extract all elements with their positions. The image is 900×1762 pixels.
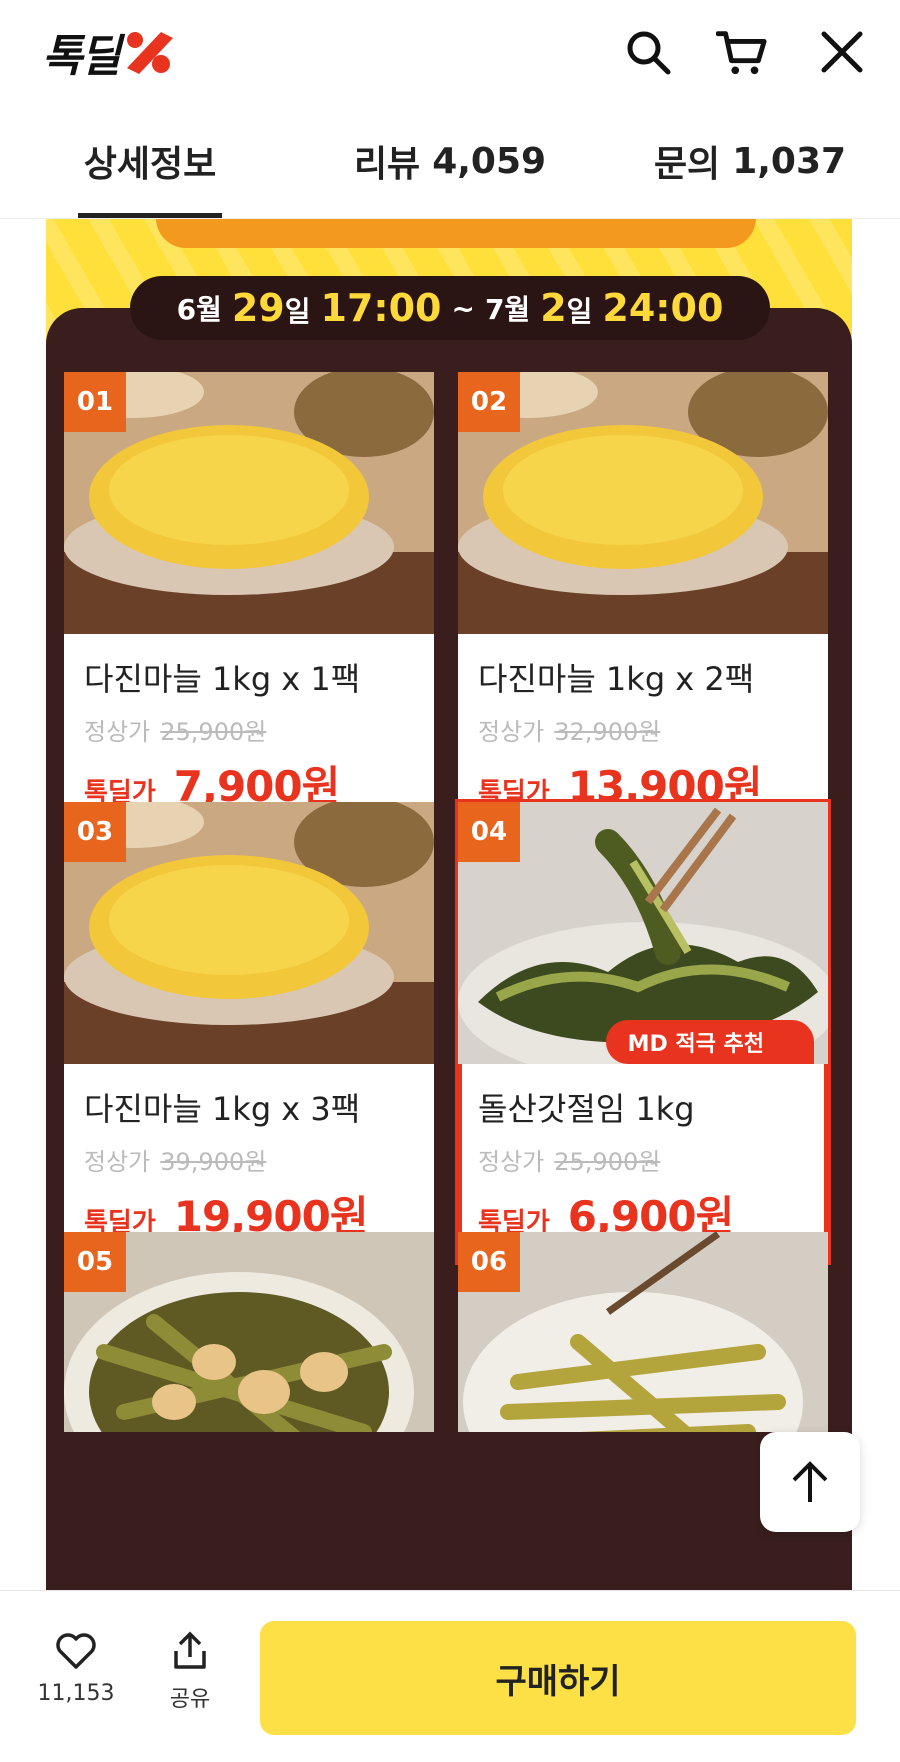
tab-count: 1,037 [732, 140, 847, 182]
start-month: 6월 [176, 293, 222, 326]
product-card[interactable]: 02 다진마늘 1kg x 2팩 정상가 32,900원 톡딜가 13,900원 [458, 372, 828, 832]
promo-banner [156, 218, 756, 248]
bottom-action-bar: 11,153 공유 구매하기 [0, 1590, 900, 1762]
md-recommend-tag: MD 적극 추천 [605, 1020, 814, 1064]
product-number-badge: 04 [458, 802, 520, 862]
cart-icon[interactable] [716, 26, 768, 78]
product-card[interactable]: 03 다진마늘 1kg x 3팩 정상가 39,900원 톡딜가 19,900원 [64, 802, 434, 1262]
end-month: 7월 [484, 293, 531, 326]
like-count: 11,153 [37, 1681, 115, 1706]
detail-tabs: 상세정보 리뷰 4,059 문의 1,037 [0, 104, 900, 219]
tab-label: 문의 [653, 144, 721, 185]
logo-percent-icon [126, 32, 173, 74]
top-bar: 톡딜 [0, 0, 900, 105]
logo[interactable]: 톡딜 [42, 22, 177, 82]
date-separator: ~ [451, 291, 475, 325]
product-number-badge: 01 [64, 372, 126, 432]
product-name: 돌산갓절임 1kg [478, 1090, 695, 1128]
product-number-badge: 03 [64, 802, 126, 862]
end-day-unit: 일 [566, 295, 593, 328]
original-price-value: 39,900원 [160, 1148, 267, 1176]
promo-image: 6월 29일 17:00 ~ 7월 2일 24:00 01 다진마늘 1kg x… [46, 218, 852, 1590]
product-number-badge: 06 [458, 1232, 520, 1292]
product-card[interactable]: 01 다진마늘 1kg x 1팩 정상가 25,900원 톡딜가 7,900원 [64, 372, 434, 832]
share-icon [174, 1631, 206, 1669]
close-icon[interactable] [816, 26, 868, 78]
original-price: 정상가 32,900원 [478, 712, 808, 747]
logo-text: 톡딜 [42, 31, 121, 82]
tab-reviews[interactable]: 리뷰 4,059 [300, 104, 600, 218]
product-number-badge: 05 [64, 1232, 126, 1292]
original-price: 정상가 25,900원 [478, 1142, 808, 1177]
original-price: 정상가 25,900원 [84, 712, 414, 747]
tab-count: 4,059 [432, 140, 547, 182]
product-number-badge: 02 [458, 372, 520, 432]
detail-content: 6월 29일 17:00 ~ 7월 2일 24:00 01 다진마늘 1kg x… [0, 218, 900, 1590]
product-name: 다진마늘 1kg x 1팩 [84, 660, 361, 698]
garlic-photo: 02 [458, 372, 828, 634]
original-price-label: 정상가 [84, 718, 151, 746]
original-price-label: 정상가 [84, 1148, 151, 1176]
pickled-garlic-stems-photo: 05 [64, 1232, 434, 1432]
arrow-up-icon [792, 1461, 828, 1502]
original-price-value: 25,900원 [160, 718, 267, 746]
product-card[interactable]: 05 [64, 1232, 434, 1432]
product-card-recommended[interactable]: 04 MD 적극 추천 돌산갓절임 1kg 정상가 25,900원 톡딜가 6,9… [455, 799, 831, 1265]
end-time: 24:00 [602, 286, 724, 330]
tab-label: 상세정보 [83, 144, 217, 185]
original-price-value: 32,900원 [554, 718, 661, 746]
start-day-unit: 일 [284, 295, 311, 328]
original-price-label: 정상가 [478, 718, 545, 746]
original-price-label: 정상가 [478, 1148, 545, 1176]
tab-label: 리뷰 [353, 144, 421, 185]
like-button[interactable]: 11,153 [26, 1631, 126, 1706]
garlic-photo: 01 [64, 372, 434, 634]
garlic-photo: 03 [64, 802, 434, 1064]
start-time: 17:00 [320, 286, 442, 330]
product-name: 다진마늘 1kg x 2팩 [478, 660, 755, 698]
heart-icon [56, 1633, 96, 1669]
tab-details[interactable]: 상세정보 [0, 104, 300, 218]
share-button[interactable]: 공유 [140, 1631, 240, 1713]
end-day: 2 [540, 286, 567, 330]
tab-inquiries[interactable]: 문의 1,037 [600, 104, 900, 218]
product-card[interactable]: 06 [458, 1232, 828, 1432]
sale-period: 6월 29일 17:00 ~ 7월 2일 24:00 [130, 276, 770, 340]
mustard-greens-photo: 04 MD 적극 추천 [458, 802, 828, 1064]
original-price: 정상가 39,900원 [84, 1142, 414, 1177]
search-icon[interactable] [622, 26, 674, 78]
pickled-stems-photo: 06 [458, 1232, 828, 1432]
original-price-value: 25,900원 [554, 1148, 661, 1176]
share-label: 공유 [169, 1687, 211, 1712]
product-name: 다진마늘 1kg x 3팩 [84, 1090, 361, 1128]
buy-button[interactable]: 구매하기 [260, 1621, 856, 1735]
start-day: 29 [231, 286, 285, 330]
scroll-to-top-button[interactable] [760, 1432, 860, 1532]
